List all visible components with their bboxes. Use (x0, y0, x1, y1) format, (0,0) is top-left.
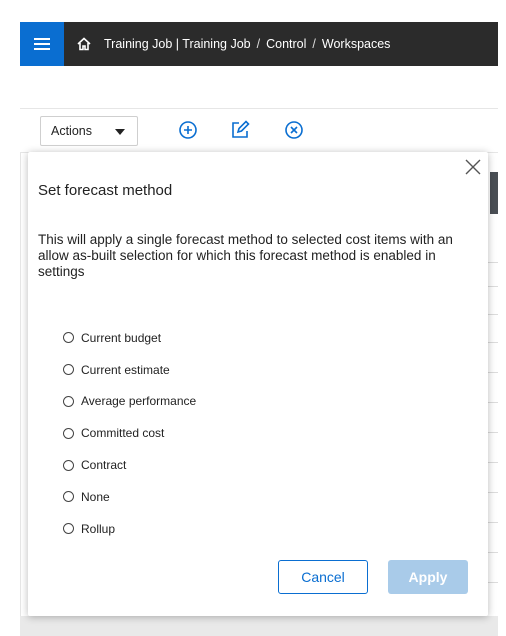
home-button[interactable] (64, 22, 104, 66)
actions-dropdown[interactable]: Actions (40, 116, 138, 146)
radio-button[interactable] (63, 491, 74, 503)
forecast-method-options: Current budget Current estimate Average … (63, 322, 196, 545)
radio-button[interactable] (63, 427, 74, 439)
add-circle-icon[interactable] (176, 118, 200, 142)
divider (488, 286, 498, 287)
option-label: Rollup (81, 521, 116, 536)
breadcrumb-workspaces[interactable]: Workspaces (322, 37, 391, 51)
dialog-title: Set forecast method (38, 182, 173, 199)
divider (488, 462, 498, 463)
radio-button[interactable] (63, 523, 74, 535)
option-label: Committed cost (81, 426, 165, 441)
divider (488, 402, 498, 403)
option-label: Current budget (81, 330, 162, 345)
scrollbar-thumb[interactable] (490, 172, 498, 214)
divider (488, 262, 498, 263)
apply-button[interactable]: Apply (388, 560, 468, 594)
remove-circle-icon[interactable] (282, 118, 306, 142)
home-icon (77, 37, 91, 51)
close-icon[interactable] (462, 156, 484, 178)
breadcrumb-job[interactable]: Training Job | Training Job (104, 37, 251, 51)
radio-button[interactable] (63, 459, 74, 471)
app-window: Training Job | Training Job / Control / … (20, 22, 498, 636)
edit-icon[interactable] (228, 118, 252, 142)
radio-button[interactable] (63, 395, 74, 407)
divider (488, 522, 498, 523)
divider (488, 552, 498, 553)
caret-down-icon (115, 129, 125, 135)
radio-button[interactable] (63, 332, 74, 344)
breadcrumb-separator: / (312, 37, 316, 51)
cancel-button[interactable]: Cancel (278, 560, 368, 594)
divider (20, 108, 498, 109)
option-current-budget[interactable]: Current budget (63, 322, 196, 354)
set-forecast-method-dialog: Set forecast method This will apply a si… (28, 152, 488, 616)
divider (488, 342, 498, 343)
divider (488, 314, 498, 315)
breadcrumb-separator: / (256, 37, 261, 51)
table-footer (20, 616, 498, 636)
option-none[interactable]: None (63, 481, 196, 513)
option-average-performance[interactable]: Average performance (63, 386, 196, 418)
actions-label: Actions (51, 124, 92, 138)
radio-button[interactable] (63, 364, 74, 376)
divider (488, 492, 498, 493)
breadcrumb: Training Job | Training Job / Control / … (104, 37, 390, 51)
option-rollup[interactable]: Rollup (63, 513, 196, 545)
divider (488, 432, 498, 433)
option-label: None (81, 489, 110, 504)
top-bar: Training Job | Training Job / Control / … (20, 22, 498, 66)
option-contract[interactable]: Contract (63, 449, 196, 481)
option-committed-cost[interactable]: Committed cost (63, 417, 196, 449)
option-current-estimate[interactable]: Current estimate (63, 354, 196, 386)
divider (488, 582, 498, 583)
dialog-description: This will apply a single forecast method… (38, 232, 453, 279)
hamburger-menu-button[interactable] (20, 22, 64, 66)
divider (488, 372, 498, 373)
breadcrumb-control[interactable]: Control (266, 37, 306, 51)
divider (20, 153, 21, 636)
option-label: Current estimate (81, 362, 170, 377)
option-label: Average performance (81, 394, 197, 409)
hamburger-icon (34, 38, 50, 50)
option-label: Contract (81, 458, 127, 473)
